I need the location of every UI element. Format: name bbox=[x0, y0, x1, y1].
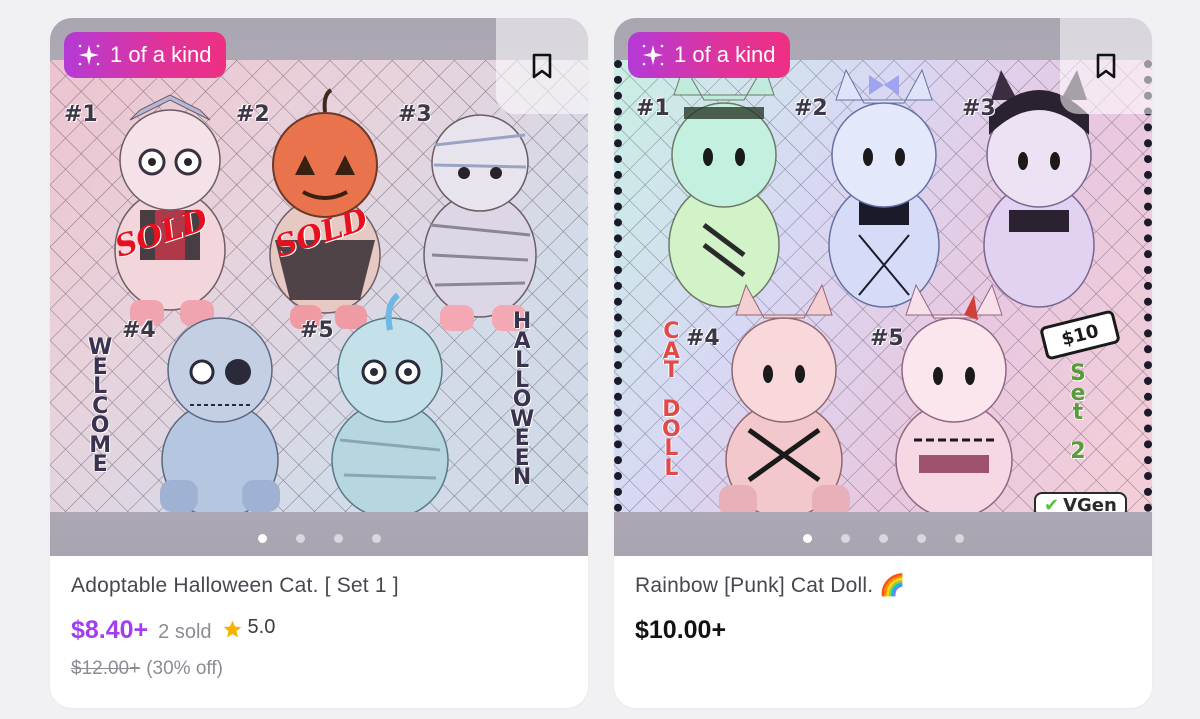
vertical-text-welcome: W E L C O M E bbox=[88, 335, 113, 477]
carousel-dot[interactable] bbox=[802, 534, 812, 543]
original-price-row: $12.00+ (30% off) bbox=[71, 658, 223, 680]
listing-price: $8.40+ bbox=[71, 616, 149, 644]
variant-label: #3 bbox=[398, 102, 432, 127]
vgen-logo-icon: ✔ bbox=[1044, 494, 1060, 513]
listing-grid: #1 #2 #3 #4 #5 SOLD SOLD W E L C O M E H bbox=[0, 0, 1200, 719]
variant-label: #4 bbox=[122, 318, 156, 343]
carousel-dot[interactable] bbox=[371, 534, 381, 543]
badge-label: 1 of a kind bbox=[674, 42, 776, 67]
badge-label: 1 of a kind bbox=[110, 42, 212, 67]
original-price: $12.00+ bbox=[71, 658, 141, 679]
vertical-text-cat-doll: C A T D O L L bbox=[662, 319, 681, 481]
listing-artwork: #1 #2 #3 #4 #5 C A T D O L L S e t 2 $10… bbox=[614, 60, 1152, 512]
star-icon bbox=[223, 620, 241, 638]
listing-title[interactable]: Rainbow [Punk] Cat Doll. 🌈 bbox=[635, 574, 906, 598]
rating-value: 5.0 bbox=[247, 616, 276, 638]
listing-image-carousel[interactable]: #1 #2 #3 #4 #5 SOLD SOLD W E L C O M E H bbox=[50, 18, 588, 556]
listing-card[interactable]: #1 #2 #3 #4 #5 SOLD SOLD W E L C O M E H bbox=[50, 18, 588, 708]
variant-label: #1 bbox=[636, 96, 670, 121]
listing-artwork: #1 #2 #3 #4 #5 SOLD SOLD W E L C O M E H bbox=[50, 60, 588, 512]
listing-card[interactable]: #1 #2 #3 #4 #5 C A T D O L L S e t 2 $10… bbox=[614, 18, 1152, 708]
carousel-dot[interactable] bbox=[840, 534, 850, 543]
carousel-dot[interactable] bbox=[257, 534, 267, 543]
carousel-dot[interactable] bbox=[878, 534, 888, 543]
one-of-a-kind-badge: 1 of a kind bbox=[628, 32, 790, 78]
sparkle-icon bbox=[642, 44, 664, 66]
carousel-dot[interactable] bbox=[333, 534, 343, 543]
sold-count: 2 sold bbox=[158, 621, 212, 643]
listing-price: $10.00+ bbox=[635, 616, 727, 644]
variant-label: #1 bbox=[64, 102, 98, 127]
variant-label: #2 bbox=[236, 102, 270, 127]
cat-illustration bbox=[114, 94, 226, 326]
discount-label: (30% off) bbox=[146, 658, 223, 679]
save-button[interactable] bbox=[1060, 18, 1152, 114]
variant-label: #5 bbox=[300, 318, 334, 343]
carousel-indicator bbox=[50, 534, 588, 543]
price-row: $10.00+ bbox=[635, 616, 726, 645]
carousel-indicator bbox=[614, 534, 1152, 543]
carousel-dot[interactable] bbox=[916, 534, 926, 543]
cat-illustration bbox=[423, 114, 537, 331]
variant-label: #3 bbox=[962, 96, 996, 121]
vgen-watermark: ✔ VGen bbox=[1034, 492, 1127, 512]
listing-title[interactable]: Adoptable Halloween Cat. [ Set 1 ] bbox=[71, 574, 399, 598]
variant-label: #5 bbox=[870, 326, 904, 351]
price-row: $8.40+ 2 sold 5.0 bbox=[71, 616, 275, 645]
save-button[interactable] bbox=[496, 18, 588, 114]
carousel-dot[interactable] bbox=[295, 534, 305, 543]
listing-image-carousel[interactable]: #1 #2 #3 #4 #5 C A T D O L L S e t 2 $10… bbox=[614, 18, 1152, 556]
vertical-text-halloween: H A L L O W E E N bbox=[510, 309, 535, 490]
vertical-text-set-2: S e t 2 bbox=[1070, 361, 1086, 464]
variant-label: #2 bbox=[794, 96, 828, 121]
rating: 5.0 bbox=[222, 616, 276, 639]
carousel-dot[interactable] bbox=[954, 534, 964, 543]
sparkle-icon bbox=[78, 44, 100, 66]
bookmark-icon bbox=[1096, 53, 1116, 79]
bookmark-icon bbox=[532, 53, 552, 79]
one-of-a-kind-badge: 1 of a kind bbox=[64, 32, 226, 78]
variant-label: #4 bbox=[686, 326, 720, 351]
fishnet-pattern bbox=[50, 60, 588, 512]
